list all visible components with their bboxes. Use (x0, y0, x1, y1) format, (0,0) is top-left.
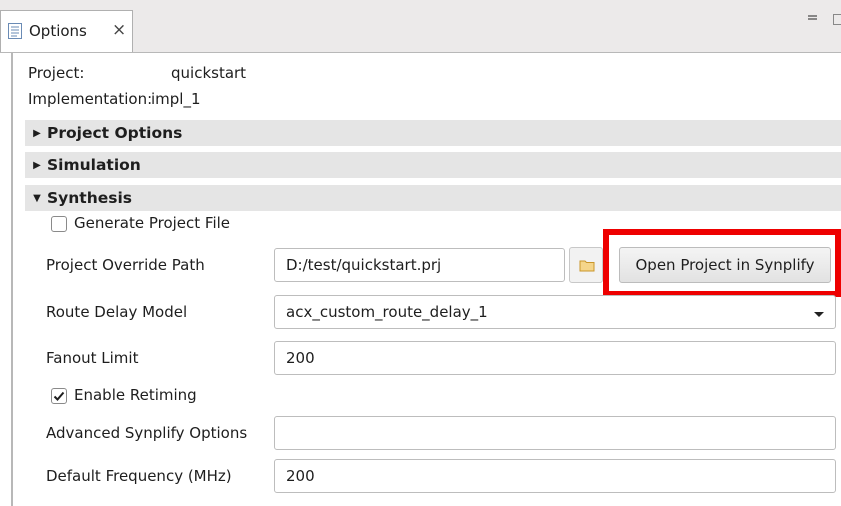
route-delay-model-label: Route Delay Model (46, 303, 188, 321)
minimize-icon[interactable] (803, 9, 821, 27)
tab-bar: Options × (0, 0, 841, 53)
section-simulation[interactable]: ▶ Simulation (25, 152, 841, 178)
restore-icon[interactable] (833, 14, 841, 25)
close-icon[interactable]: × (112, 20, 126, 40)
default-frequency-input[interactable]: 200 (274, 459, 836, 493)
project-value: quickstart (171, 64, 247, 82)
fanout-limit-input[interactable]: 200 (274, 341, 836, 375)
project-override-path-label: Project Override Path (46, 256, 205, 274)
advanced-synplify-options-input[interactable] (274, 416, 836, 450)
generate-project-file-label: Generate Project File (74, 214, 231, 232)
enable-retiming-label: Enable Retiming (74, 386, 197, 404)
route-delay-model-select[interactable]: acx_custom_route_delay_1 (274, 295, 836, 329)
dropdown-arrow-icon (813, 306, 825, 324)
advanced-synplify-options-label: Advanced Synplify Options (46, 424, 248, 442)
generate-project-file-checkbox[interactable] (51, 216, 67, 232)
tab-label: Options (29, 22, 87, 40)
enable-retiming-checkbox[interactable] (51, 388, 67, 404)
project-label: Project: (28, 64, 85, 82)
chevron-right-icon: ▶ (33, 159, 41, 171)
project-override-path-input[interactable]: D:/test/quickstart.prj (274, 248, 565, 282)
section-synthesis[interactable]: ▼ Synthesis (25, 185, 841, 211)
default-frequency-label: Default Frequency (MHz) (46, 467, 232, 485)
implementation-value: impl_1 (151, 90, 201, 108)
section-label: Simulation (47, 156, 141, 174)
route-delay-model-value: acx_custom_route_delay_1 (286, 303, 488, 321)
section-label: Synthesis (47, 189, 133, 207)
checkmark-icon (53, 391, 65, 401)
list-icon (8, 23, 22, 43)
section-label: Project Options (47, 124, 183, 142)
chevron-right-icon: ▶ (33, 127, 41, 139)
implementation-label: Implementation: (28, 90, 153, 108)
section-project-options[interactable]: ▶ Project Options (25, 120, 841, 146)
fanout-limit-label: Fanout Limit (46, 349, 139, 367)
open-project-in-synplify-button[interactable]: Open Project in Synplify (619, 247, 831, 283)
tab-options[interactable]: Options × (0, 10, 133, 52)
chevron-down-icon: ▼ (33, 192, 41, 204)
browse-folder-button[interactable] (569, 247, 603, 283)
